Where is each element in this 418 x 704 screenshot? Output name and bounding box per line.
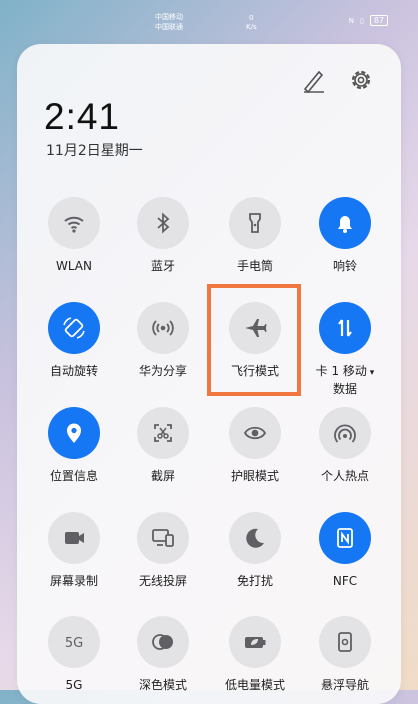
bell-icon — [338, 216, 352, 233]
tile-eye[interactable]: 护眼模式 — [210, 407, 300, 484]
tile-float-nav[interactable]: 悬浮导航 — [300, 616, 390, 693]
tile-flashlight[interactable]: 手电筒 — [210, 197, 300, 274]
tile-label: 华为分享 — [138, 364, 187, 378]
carrier-2: 中国联通 — [155, 23, 183, 31]
float-nav-toggle-button[interactable] — [319, 616, 371, 668]
moon-icon — [246, 528, 264, 548]
bluetooth-toggle-button[interactable] — [137, 197, 189, 249]
tile-dark-mode[interactable]: 深色模式 — [118, 616, 208, 693]
screenshot-toggle-button[interactable] — [137, 407, 189, 459]
tile-location[interactable]: 位置信息 — [29, 407, 119, 484]
tile-nfc[interactable]: NFC — [300, 512, 390, 589]
cast-toggle-button[interactable] — [137, 512, 189, 564]
hotspot-toggle-button[interactable] — [319, 407, 371, 459]
battery-icon: 87 — [369, 15, 388, 26]
eye-toggle-button[interactable] — [229, 407, 281, 459]
bluetooth-icon — [157, 212, 170, 234]
tile-label: 卡 1 移动 — [315, 364, 367, 378]
wifi-toggle-button[interactable] — [48, 197, 100, 249]
nfc-toggle-button[interactable] — [319, 512, 371, 564]
flashlight-icon — [249, 213, 261, 233]
tile-label: 护眼模式 — [230, 469, 279, 483]
float-nav-icon — [338, 632, 352, 652]
tile-cast[interactable]: 无线投屏 — [118, 512, 208, 589]
tile-label: 免打扰 — [236, 574, 273, 588]
tile-label: WLAN — [55, 259, 92, 273]
hotspot-icon — [334, 424, 356, 443]
clock-date: 11月2日星期一 — [46, 143, 143, 159]
tile-label: 低电量模式 — [224, 678, 285, 692]
tile-label: 位置信息 — [49, 469, 98, 483]
tile-label: 5G — [65, 678, 83, 692]
rotate-toggle-button[interactable] — [48, 302, 100, 354]
tile-bluetooth[interactable]: 蓝牙 — [118, 197, 208, 274]
status-icons: N ▯ 87 — [349, 15, 388, 26]
tile-wifi[interactable]: WLAN — [29, 197, 119, 274]
tile-record[interactable]: 屏幕录制 — [29, 512, 119, 589]
rotate-icon — [63, 317, 85, 339]
tile-5g[interactable]: 5G 5G — [29, 616, 119, 693]
carrier-1: 中国移动 — [155, 13, 183, 21]
tile-label: 截屏 — [150, 469, 175, 483]
tile-share[interactable]: 华为分享 — [118, 302, 208, 379]
edit-icon[interactable] — [300, 66, 328, 94]
tile-label: 悬浮导航 — [320, 678, 369, 692]
tile-battery-saver[interactable]: 低电量模式 — [210, 616, 300, 693]
nfc-status-icon: N — [348, 16, 354, 25]
tile-hotspot[interactable]: 个人热点 — [300, 407, 390, 484]
tile-label: 手电筒 — [236, 259, 273, 273]
battery-saver-toggle-button[interactable] — [229, 616, 281, 668]
tile-mobile-data[interactable]: 卡 1 移动 ▾ 数据 — [300, 302, 390, 397]
tile-label: 屏幕录制 — [49, 574, 98, 588]
tile-label: 蓝牙 — [150, 259, 175, 273]
eye-icon — [243, 426, 267, 440]
airplane-mode-highlight — [207, 284, 301, 396]
tile-screenshot[interactable]: 截屏 — [118, 407, 208, 484]
share-icon — [152, 320, 174, 336]
tile-label: 深色模式 — [138, 678, 187, 692]
screenshot-icon — [154, 424, 172, 442]
5g-toggle-button[interactable]: 5G — [48, 616, 100, 668]
svg-text:5G: 5G — [65, 636, 83, 651]
5g-icon: 5G — [65, 636, 83, 651]
dark-mode-toggle-button[interactable] — [137, 616, 189, 668]
tile-bell[interactable]: 响铃 — [300, 197, 390, 274]
location-icon — [67, 423, 81, 443]
vibrate-icon: ▯ — [359, 16, 364, 25]
nfc-icon — [337, 528, 353, 548]
tile-label: 无线投屏 — [138, 574, 187, 588]
share-toggle-button[interactable] — [137, 302, 189, 354]
flashlight-toggle-button[interactable] — [229, 197, 281, 249]
mobile-data-icon — [338, 319, 352, 337]
tile-rotate[interactable]: 自动旋转 — [29, 302, 119, 379]
cast-icon — [152, 529, 174, 547]
tile-label: 自动旋转 — [49, 364, 98, 378]
status-bar: 中国移动 中国联通 0 K/s N ▯ 87 — [0, 0, 418, 38]
dark-mode-icon — [152, 634, 173, 650]
chevron-down-icon[interactable]: ▾ — [367, 368, 375, 378]
tile-label-row: 卡 1 移动 ▾ — [300, 363, 390, 381]
record-toggle-button[interactable] — [48, 512, 100, 564]
tile-label: 响铃 — [332, 259, 357, 273]
record-icon — [65, 532, 84, 544]
battery-saver-icon — [245, 637, 266, 648]
location-toggle-button[interactable] — [48, 407, 100, 459]
tile-label: NFC — [332, 574, 358, 588]
bell-toggle-button[interactable] — [319, 197, 371, 249]
tile-label-line2: 数据 — [332, 382, 357, 396]
tile-label: 个人热点 — [320, 469, 369, 483]
carrier-info: 中国移动 中国联通 — [155, 12, 183, 32]
tile-moon[interactable]: 免打扰 — [210, 512, 300, 589]
mobile-data-toggle-button[interactable] — [319, 302, 371, 354]
clock-time: 2:41 — [44, 96, 121, 137]
network-speed: 0 K/s — [246, 14, 257, 31]
moon-toggle-button[interactable] — [229, 512, 281, 564]
wifi-icon — [64, 216, 84, 233]
gear-icon[interactable] — [347, 66, 375, 94]
